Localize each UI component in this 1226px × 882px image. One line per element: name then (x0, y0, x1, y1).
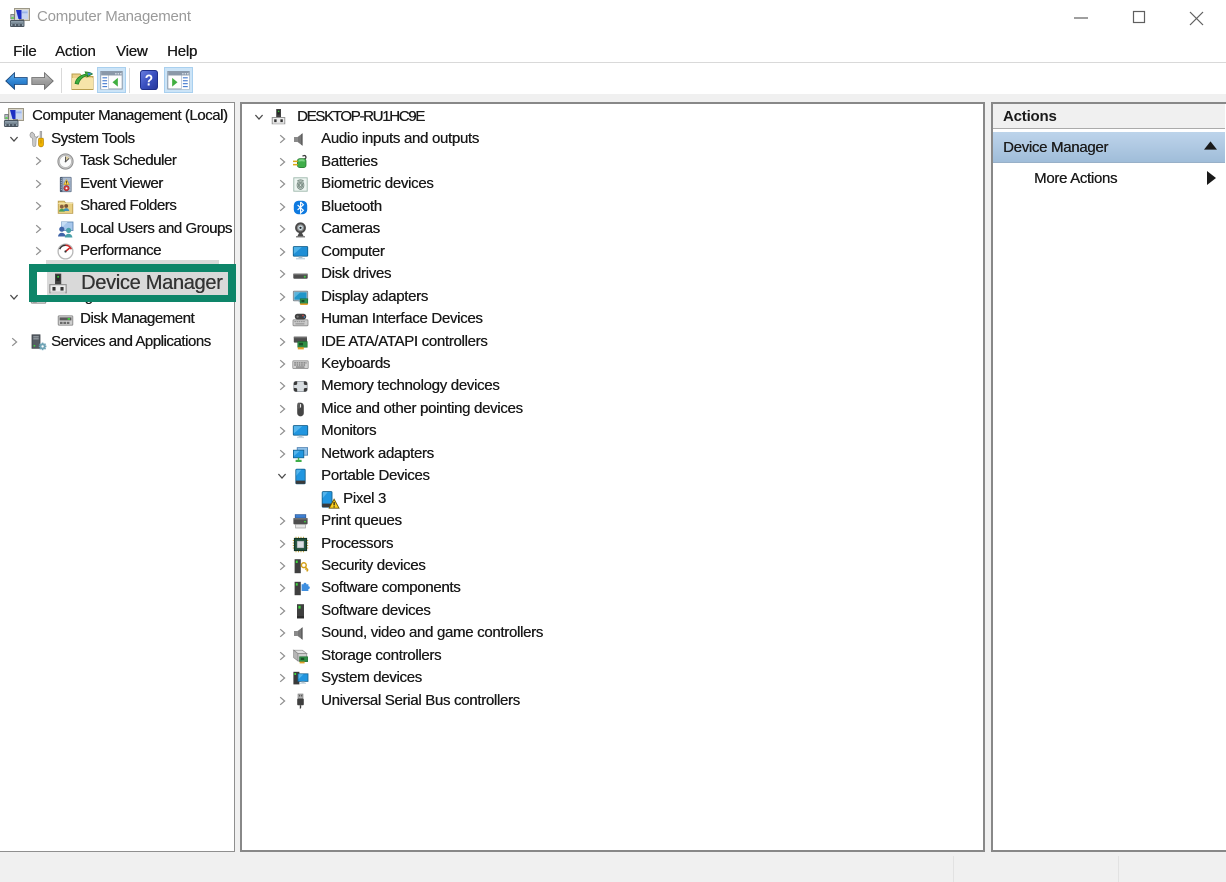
svg-text:?: ? (145, 73, 154, 90)
